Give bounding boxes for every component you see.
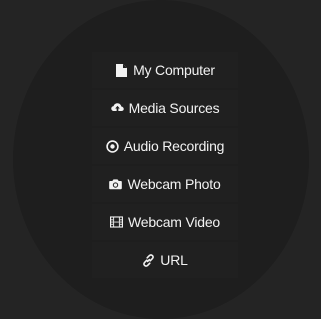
my-computer-button[interactable]: My Computer (92, 52, 238, 88)
link-icon (142, 253, 155, 267)
audio-recording-label: Audio Recording (123, 138, 225, 154)
webcam-photo-label: Webcam Photo (127, 176, 221, 192)
camera-icon (109, 178, 123, 191)
upload-source-picker: My Computer Media Sources Audio Recordin… (0, 0, 321, 319)
cloud-upload-icon (110, 102, 124, 115)
webcam-photo-button[interactable]: Webcam Photo (92, 166, 238, 202)
webcam-video-button[interactable]: Webcam Video (92, 204, 238, 240)
record-circle-icon (106, 139, 119, 153)
file-icon (115, 63, 128, 77)
source-menu: My Computer Media Sources Audio Recordin… (92, 52, 238, 280)
url-button[interactable]: URL (92, 242, 238, 278)
my-computer-label: My Computer (133, 62, 215, 78)
film-icon (109, 216, 123, 229)
url-label: URL (160, 252, 188, 268)
audio-recording-button[interactable]: Audio Recording (92, 128, 238, 164)
media-sources-button[interactable]: Media Sources (92, 90, 238, 126)
webcam-video-label: Webcam Video (127, 214, 221, 230)
media-sources-label: Media Sources (128, 100, 220, 116)
